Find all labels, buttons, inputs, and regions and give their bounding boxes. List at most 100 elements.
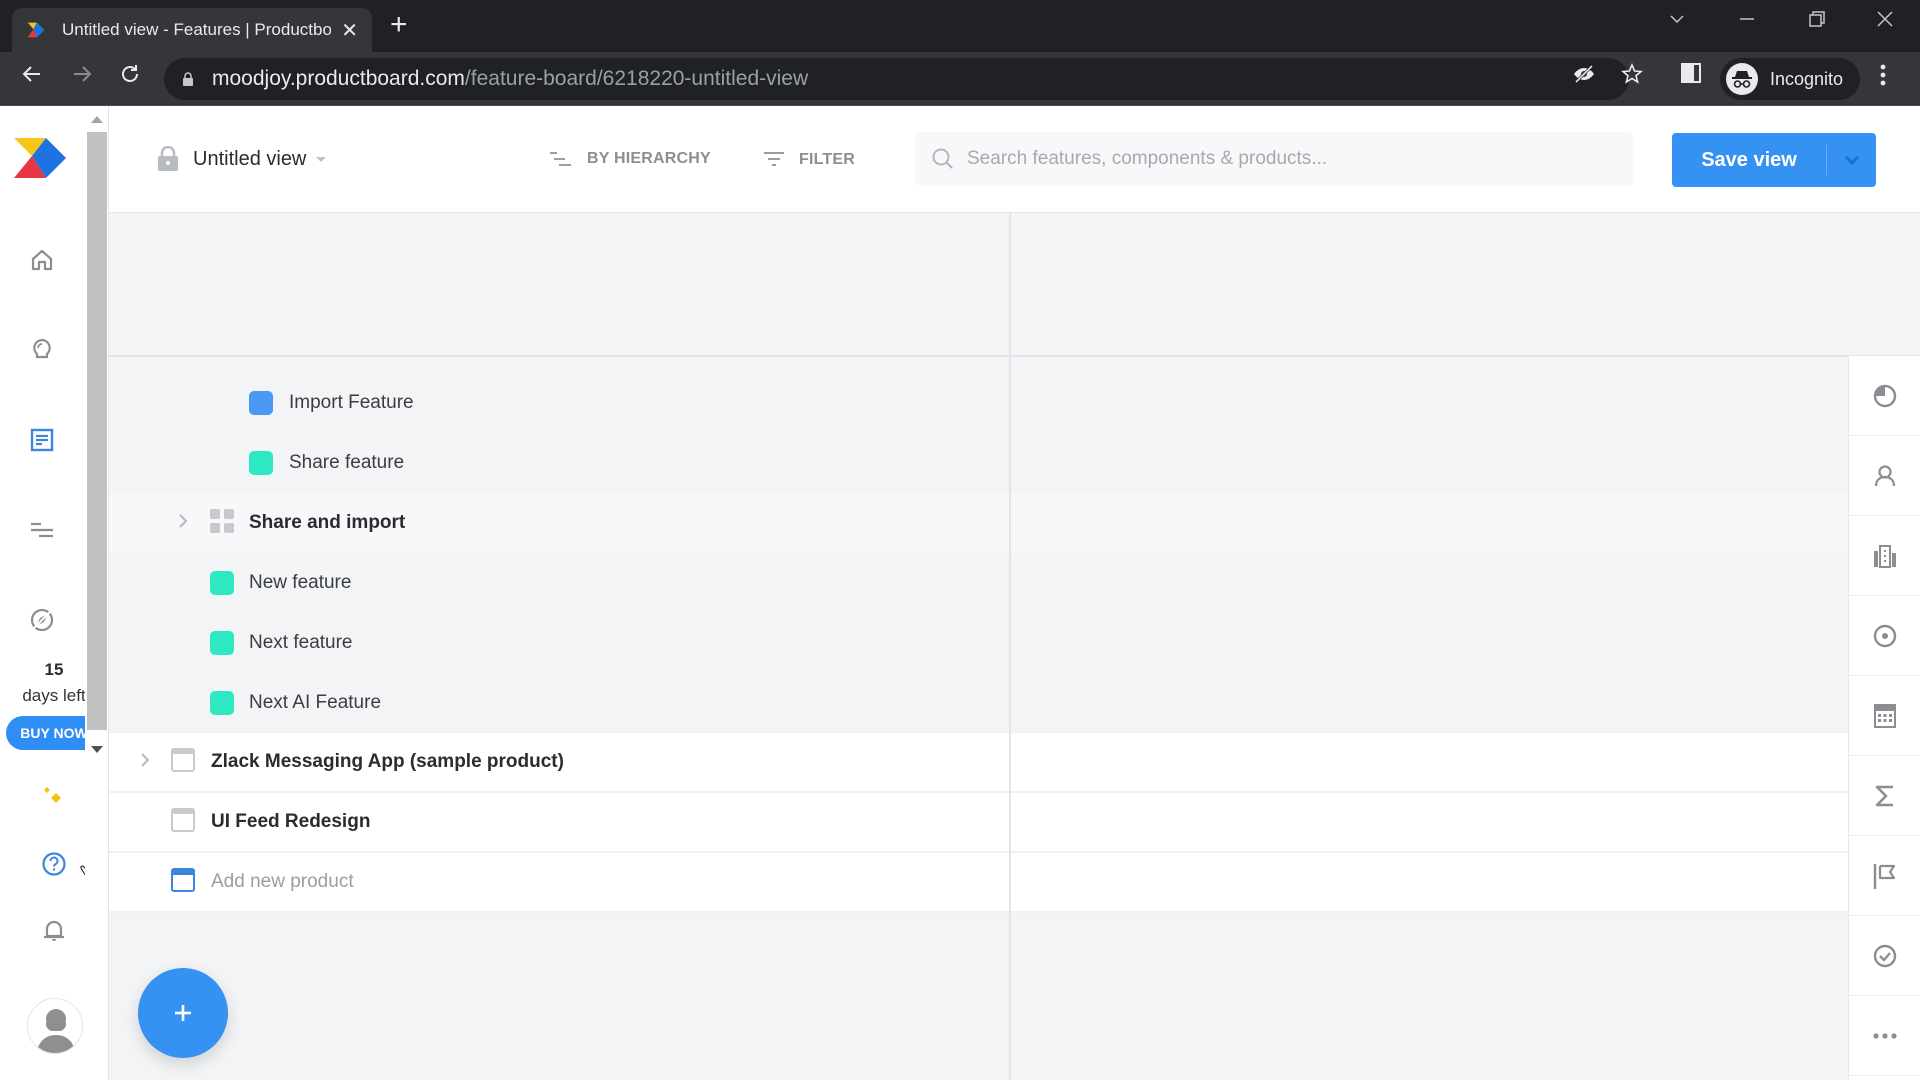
minimize-icon[interactable]: [1738, 8, 1756, 34]
left-navigation-rail: 15 days left BUY NOW: [0, 106, 102, 1080]
status-column-toggle[interactable]: [1849, 916, 1920, 996]
scroll-down-arrow-icon[interactable]: [91, 746, 103, 753]
feature-label: Import Feature: [289, 392, 414, 413]
browser-tab[interactable]: Untitled view - Features | Productboard …: [12, 8, 372, 52]
productboard-logo[interactable]: [14, 138, 70, 183]
rail-scrollbar[interactable]: [85, 106, 109, 1080]
sigma-icon: [1875, 785, 1893, 806]
component-grid-icon: [210, 508, 234, 538]
scrollbar-thumb[interactable]: [87, 132, 107, 730]
incognito-icon: [1726, 63, 1758, 95]
add-new-product-label: Add new product: [211, 871, 354, 892]
column-toggle-panel: [1848, 356, 1920, 1080]
forward-icon[interactable]: [70, 62, 94, 93]
user-avatar[interactable]: [27, 998, 83, 1054]
rail-item-help[interactable]: [34, 844, 74, 884]
save-view-button[interactable]: Save view: [1672, 149, 1826, 172]
target-icon: [1873, 624, 1896, 647]
filter-label: FILTER: [799, 151, 856, 168]
company-column-toggle[interactable]: [1849, 516, 1920, 596]
bookmark-star-icon[interactable]: [1620, 62, 1644, 92]
group-by-hierarchy-button[interactable]: BY HIERARCHY: [549, 150, 711, 168]
column-divider[interactable]: [1009, 213, 1011, 1080]
add-new-product-row[interactable]: Add new product: [109, 853, 1848, 913]
side-panel-icon[interactable]: [1680, 62, 1702, 90]
home-icon: [31, 249, 53, 271]
more-columns-button[interactable]: [1849, 996, 1920, 1076]
component-row[interactable]: Share and import: [109, 493, 1848, 553]
new-tab-button[interactable]: +: [390, 10, 408, 40]
save-view-options-button[interactable]: [1827, 154, 1876, 166]
product-label: UI Feed Redesign: [211, 811, 371, 832]
feature-board-header: Untitled view BY HIERARCHY FILTER Save v…: [109, 106, 1920, 213]
feature-status-icon: [210, 631, 234, 655]
feature-board: Import Feature Share feature Share and i…: [109, 213, 1920, 1080]
chevron-down-icon: [1844, 155, 1859, 166]
progress-column-toggle[interactable]: [1849, 356, 1920, 436]
score-column-toggle[interactable]: [1849, 676, 1920, 756]
lightbulb-icon: [33, 338, 51, 359]
search-box[interactable]: [915, 132, 1633, 186]
lock-icon: [158, 146, 178, 171]
feature-row[interactable]: Import Feature: [109, 373, 1848, 433]
component-label: Share and import: [249, 512, 406, 533]
create-new-button[interactable]: [138, 968, 228, 1058]
feature-row[interactable]: Next AI Feature: [109, 673, 1848, 733]
filter-button[interactable]: FILTER: [763, 150, 855, 170]
productboard-favicon-icon: [27, 22, 45, 38]
search-input[interactable]: [967, 148, 1607, 170]
url-host: moodjoy.productboard.com: [212, 67, 465, 90]
rail-item-notifications[interactable]: [34, 910, 74, 950]
product-row[interactable]: Zlack Messaging App (sample product): [109, 733, 1848, 793]
document-icon: [30, 428, 54, 452]
browser-tab-bar: Untitled view - Features | Productboard …: [0, 0, 1920, 52]
product-row[interactable]: UI Feed Redesign: [109, 793, 1848, 853]
expand-chevron-icon[interactable]: [139, 751, 151, 774]
back-icon[interactable]: [20, 62, 44, 93]
feature-row[interactable]: Share feature: [109, 433, 1848, 493]
feature-row[interactable]: Next feature: [109, 613, 1848, 673]
company-icon: [1873, 544, 1896, 568]
objective-column-toggle[interactable]: [1849, 596, 1920, 676]
feature-row[interactable]: New feature: [109, 553, 1848, 613]
rail-item-insights[interactable]: [22, 330, 62, 370]
lock-icon: [183, 72, 193, 86]
expand-chevron-icon[interactable]: [177, 512, 189, 535]
flag-icon: [1873, 863, 1895, 889]
reload-icon[interactable]: [118, 62, 142, 93]
tab-title: Untitled view - Features | Productboard: [62, 20, 332, 39]
view-selector[interactable]: Untitled view: [157, 146, 327, 172]
check-circle-icon: [1873, 944, 1896, 967]
feature-label: Next feature: [249, 632, 353, 653]
tracking-blocked-eye-icon[interactable]: [1572, 62, 1596, 92]
rail-item-home[interactable]: [22, 240, 62, 280]
close-window-icon[interactable]: [1876, 8, 1894, 34]
tab-close-icon[interactable]: ✕: [341, 18, 358, 43]
more-icon: [1872, 1032, 1897, 1039]
help-icon: [42, 852, 66, 876]
owner-column-toggle[interactable]: [1849, 436, 1920, 516]
rail-item-whats-new[interactable]: [34, 778, 74, 818]
user-silhouette-icon: [36, 1009, 76, 1053]
rail-item-portal[interactable]: [22, 600, 62, 640]
plus-icon: [175, 1005, 191, 1021]
scroll-up-arrow-icon[interactable]: [91, 116, 103, 123]
feature-label: Share feature: [289, 452, 405, 473]
feature-status-icon: [249, 391, 273, 415]
url-bar[interactable]: moodjoy.productboard.com/feature-board/6…: [164, 58, 1629, 100]
tab-search-icon[interactable]: [1668, 8, 1686, 34]
release-column-toggle[interactable]: [1849, 836, 1920, 916]
browser-menu-icon[interactable]: [1880, 64, 1886, 92]
feature-status-icon: [210, 691, 234, 715]
incognito-profile-button[interactable]: Incognito: [1720, 58, 1860, 100]
compass-icon: [30, 608, 54, 632]
formula-column-toggle[interactable]: [1849, 756, 1920, 836]
restore-icon[interactable]: [1808, 8, 1826, 34]
calculator-icon: [1873, 703, 1896, 728]
rail-item-roadmaps[interactable]: [22, 510, 62, 550]
add-product-icon: [171, 867, 195, 897]
roadmap-icon: [31, 522, 53, 538]
feature-label: Next AI Feature: [249, 692, 382, 713]
group-by-label: BY HIERARCHY: [587, 150, 711, 167]
rail-item-features[interactable]: [22, 420, 62, 460]
